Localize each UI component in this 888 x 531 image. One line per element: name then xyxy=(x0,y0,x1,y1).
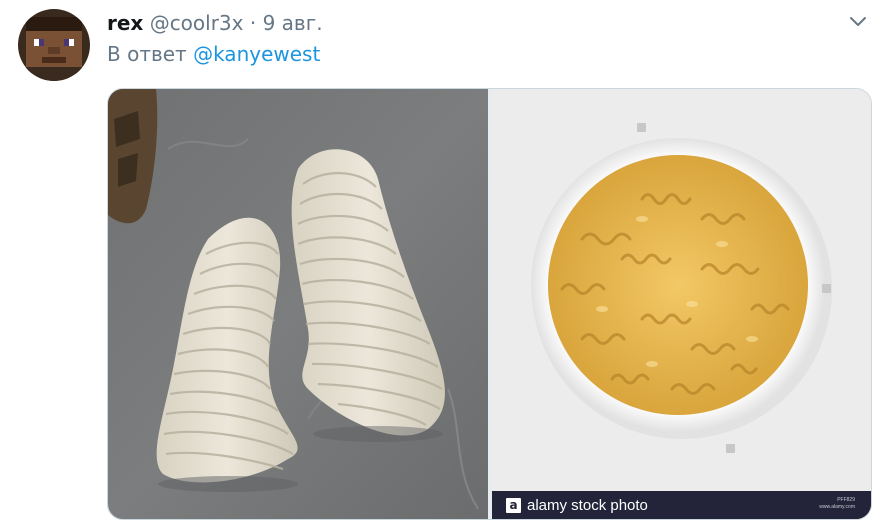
reply-context: В ответ @kanyewest xyxy=(107,41,320,67)
author-handle[interactable]: @coolr3x xyxy=(150,11,244,35)
sneakers-illustration xyxy=(108,89,488,519)
pasta-bowl-illustration xyxy=(492,89,871,519)
reply-mention-link[interactable]: @kanyewest xyxy=(193,42,320,66)
reply-prefix: В ответ xyxy=(107,42,187,66)
stock-watermark-bar: a alamy stock photo PFF829 www.alamy.com xyxy=(492,491,871,519)
author-name[interactable]: rex xyxy=(107,11,143,35)
alamy-logo-icon: a xyxy=(506,497,521,513)
tweet-header: rex @coolr3x · 9 авг. xyxy=(107,10,323,36)
avatar[interactable] xyxy=(18,9,90,81)
stock-site: www.alamy.com xyxy=(819,504,855,510)
media-container: a alamy stock photo PFF829 www.alamy.com xyxy=(107,88,872,520)
avatar-pixel-art xyxy=(18,9,90,81)
separator: · xyxy=(249,11,257,35)
stock-image-id: PFF829 xyxy=(837,497,855,503)
stock-id: PFF829 www.alamy.com xyxy=(819,497,855,511)
more-options-button[interactable] xyxy=(846,12,870,32)
media-image-left[interactable] xyxy=(108,89,488,519)
tweet-date[interactable]: 9 авг. xyxy=(263,11,323,35)
chevron-down-icon xyxy=(850,17,866,26)
stock-watermark-text: alamy stock photo xyxy=(527,496,648,514)
media-image-right[interactable]: a alamy stock photo PFF829 www.alamy.com xyxy=(492,89,871,519)
